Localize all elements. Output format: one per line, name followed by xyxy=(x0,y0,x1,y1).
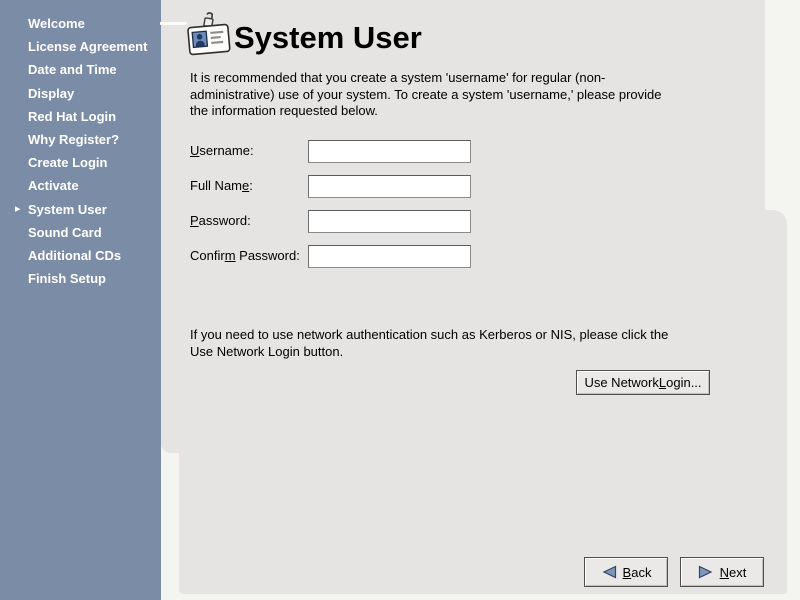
sidebar-item-label: Welcome xyxy=(28,16,85,31)
sidebar-item-activate: Activate xyxy=(0,174,161,197)
sidebar-item-label: System User xyxy=(28,202,107,217)
content-panel-bottom xyxy=(179,210,787,594)
back-arrow-icon xyxy=(601,565,617,579)
setup-steps-sidebar: Welcome License Agreement Date and Time … xyxy=(0,0,161,600)
intro-line: administrative) use of your system. To c… xyxy=(190,87,662,104)
sidebar-item-label: Activate xyxy=(28,178,79,193)
confirm-password-label: Confirm Password: xyxy=(190,248,300,263)
button-label: ack xyxy=(631,565,651,580)
sidebar-item-sound-card: Sound Card xyxy=(0,221,161,244)
label-text: assword: xyxy=(199,213,251,228)
use-network-login-button[interactable]: Use Network Login... xyxy=(576,370,710,395)
current-step-arrow-icon: ▸ xyxy=(15,198,21,221)
sidebar-item-finish-setup: Finish Setup xyxy=(0,267,161,290)
sidebar-item-create-login: Create Login xyxy=(0,151,161,174)
password-label: Password: xyxy=(190,213,251,228)
button-mnemonic: L xyxy=(659,375,666,390)
button-label: Use Network xyxy=(584,375,658,390)
sidebar-connector-line xyxy=(160,22,187,25)
button-mnemonic: N xyxy=(720,565,729,580)
sidebar-item-system-user-current: ▸ System User xyxy=(0,198,161,221)
sidebar-item-why-register: Why Register? xyxy=(0,128,161,151)
sidebar-item-display: Display xyxy=(0,82,161,105)
label-text: Confir xyxy=(190,248,225,263)
sidebar-item-label: Display xyxy=(28,86,74,101)
intro-line: It is recommended that you create a syst… xyxy=(190,70,662,87)
back-button[interactable]: Back xyxy=(584,557,668,587)
sidebar-item-label: License Agreement xyxy=(28,39,147,54)
sidebar-item-welcome: Welcome xyxy=(0,12,161,35)
sidebar-item-label: Sound Card xyxy=(28,225,102,240)
username-field[interactable] xyxy=(308,140,471,163)
next-button[interactable]: Next xyxy=(680,557,764,587)
sidebar-item-red-hat-login: Red Hat Login xyxy=(0,105,161,128)
network-auth-text: If you need to use network authenticatio… xyxy=(190,327,668,360)
intro-line: the information requested below. xyxy=(190,103,662,120)
full-name-label: Full Name: xyxy=(190,178,253,193)
button-mnemonic: B xyxy=(623,565,632,580)
confirm-password-field[interactable] xyxy=(308,245,471,268)
id-badge-icon xyxy=(186,12,232,58)
label-text: : xyxy=(249,178,253,193)
label-mnemonic: U xyxy=(190,143,199,158)
sidebar-item-label: Additional CDs xyxy=(28,248,121,263)
sidebar-item-date-and-time: Date and Time xyxy=(0,58,161,81)
next-button-label: Next xyxy=(720,565,747,580)
full-name-field[interactable] xyxy=(308,175,471,198)
button-label: ext xyxy=(729,565,746,580)
sidebar-item-label: Why Register? xyxy=(28,132,119,147)
password-field[interactable] xyxy=(308,210,471,233)
network-auth-line: Use Network Login button. xyxy=(190,344,668,361)
label-text: sername: xyxy=(199,143,253,158)
sidebar-item-label: Finish Setup xyxy=(28,271,106,286)
setup-steps-list: Welcome License Agreement Date and Time … xyxy=(0,12,161,290)
intro-text: It is recommended that you create a syst… xyxy=(190,70,662,120)
sidebar-item-label: Red Hat Login xyxy=(28,109,116,124)
sidebar-item-label: Date and Time xyxy=(28,62,117,77)
button-label: ogin... xyxy=(666,375,701,390)
sidebar-item-license-agreement: License Agreement xyxy=(0,35,161,58)
sidebar-item-label: Create Login xyxy=(28,155,107,170)
label-mnemonic: m xyxy=(225,248,236,263)
network-auth-line: If you need to use network authenticatio… xyxy=(190,327,668,344)
next-arrow-icon xyxy=(698,565,714,579)
page-title: System User xyxy=(234,20,422,56)
label-mnemonic: P xyxy=(190,213,199,228)
username-label: Username: xyxy=(190,143,254,158)
sidebar-item-additional-cds: Additional CDs xyxy=(0,244,161,267)
back-button-label: Back xyxy=(623,565,652,580)
label-text: Password: xyxy=(236,248,300,263)
label-text: Full Nam xyxy=(190,178,242,193)
